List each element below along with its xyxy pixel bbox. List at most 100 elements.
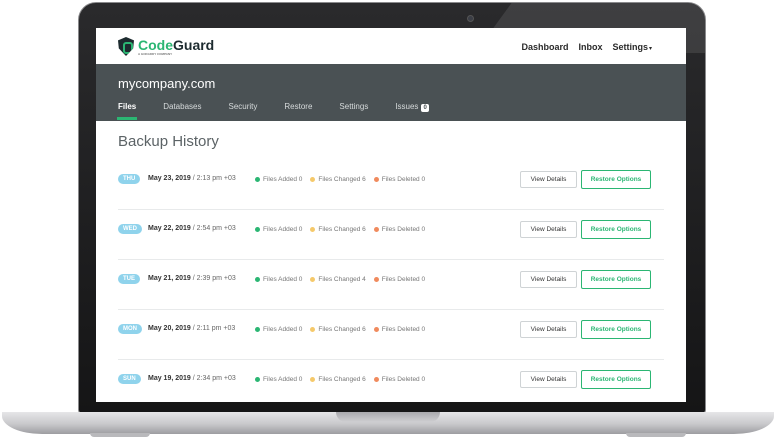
view-details-button[interactable]: View Details [520,321,577,338]
files-deleted: Files Deleted 0 [373,276,426,283]
green-dot-icon [255,277,260,282]
restore-options-button[interactable]: Restore Options [581,270,651,289]
green-dot-icon [255,377,260,382]
files-added-text: Files Added 0 [263,176,303,183]
yellow-dot-icon [310,327,316,332]
view-details-button[interactable]: View Details [520,221,577,238]
files-deleted: Files Deleted 0 [373,226,426,233]
green-dot-icon [255,327,260,332]
files-added-text: Files Added 0 [263,276,303,283]
backup-date-value: May 19, 2019 [148,375,191,382]
backup-stats: Files Added 0 Files Changed 4 Files Dele… [255,276,425,283]
backup-date: May 23, 2019 / 2:13 pm +03 [148,175,236,182]
files-changed-text: Files Changed 6 [318,226,366,233]
files-deleted: Files Deleted 0 [373,176,425,183]
tab-files[interactable]: Files [116,102,138,121]
backup-time: / 2:39 pm +03 [192,275,236,282]
backup-row: MON May 20, 2019 / 2:11 pm +03 Files Add… [118,310,664,360]
top-bar: CodeGuard A GODADDY COMPANY Dashboard In… [96,28,686,64]
files-added-text: Files Added 0 [263,376,303,383]
tab-databases[interactable]: Databases [163,102,201,121]
files-deleted-text: Files Deleted 0 [381,226,426,233]
laptop-foot [626,433,686,437]
site-header: mycompany.com Files Databases Security R… [96,64,686,121]
day-badge: TUE [118,274,140,284]
files-changed-text: Files Changed 6 [318,326,366,333]
day-badge: THU [118,174,141,184]
backup-time: / 2:54 pm +03 [192,225,236,232]
files-added: Files Added 0 [255,226,302,233]
backup-time: / 2:13 pm +03 [192,175,236,182]
orange-dot-icon [373,377,379,382]
files-changed: Files Changed 4 [310,276,366,283]
restore-options-button[interactable]: Restore Options [581,370,651,389]
restore-options-button[interactable]: Restore Options [581,170,651,189]
backup-date-value: May 22, 2019 [148,225,191,232]
files-deleted: Files Deleted 0 [373,376,425,383]
logo-code: Code [138,36,173,53]
orange-dot-icon [373,227,379,232]
green-dot-icon [255,177,260,182]
backup-date: May 20, 2019 / 2:11 pm +03 [148,325,235,332]
files-added: Files Added 0 [255,376,302,383]
codeguard-logo[interactable]: CodeGuard A GODADDY COMPANY [118,37,214,56]
backup-time: / 2:11 pm +03 [192,325,236,332]
camera-icon [467,15,474,22]
backup-row: WED May 22, 2019 / 2:54 pm +03 Files Add… [118,210,664,260]
files-deleted: Files Deleted 0 [373,326,426,333]
orange-dot-icon [373,177,379,182]
logo-text: CodeGuard A GODADDY COMPANY [138,38,214,56]
files-changed: Files Changed 6 [310,376,366,383]
view-details-button[interactable]: View Details [520,371,577,388]
restore-options-button[interactable]: Restore Options [581,220,651,239]
backup-row: THU May 23, 2019 / 2:13 pm +03 Files Add… [118,160,664,210]
backup-date: May 21, 2019 / 2:39 pm +03 [148,275,236,282]
backup-list: THU May 23, 2019 / 2:13 pm +03 Files Add… [118,160,664,402]
backup-date-value: May 20, 2019 [148,325,191,332]
page-title: Backup History [118,133,219,150]
files-deleted-text: Files Deleted 0 [381,326,426,333]
top-nav: Dashboard Inbox Settings▾ [521,42,652,52]
nav-settings-label: Settings [612,42,648,52]
yellow-dot-icon [310,377,316,382]
laptop-foot [90,433,150,437]
logo-guard: Guard [173,36,215,53]
yellow-dot-icon [310,227,316,232]
orange-dot-icon [373,277,379,282]
nav-settings[interactable]: Settings▾ [612,42,652,52]
main-content: Backup History THU May 23, 2019 / 2:13 p… [96,121,686,402]
backup-stats: Files Added 0 Files Changed 6 Files Dele… [255,176,425,183]
files-changed-text: Files Changed 6 [318,176,366,183]
tab-settings[interactable]: Settings [339,102,368,121]
backup-date-value: May 21, 2019 [148,275,191,282]
files-changed-text: Files Changed 4 [318,276,366,283]
view-details-button[interactable]: View Details [520,271,577,288]
issues-count-badge: 0 [421,104,429,112]
files-changed: Files Changed 6 [310,326,366,333]
files-changed-text: Files Changed 6 [318,376,366,383]
site-name: mycompany.com [118,76,216,91]
files-added: Files Added 0 [255,326,302,333]
backup-date: May 22, 2019 / 2:54 pm +03 [148,225,236,232]
tab-restore[interactable]: Restore [284,102,312,121]
files-added-text: Files Added 0 [263,226,303,233]
backup-stats: Files Added 0 Files Changed 6 Files Dele… [255,376,425,383]
backup-stats: Files Added 0 Files Changed 6 Files Dele… [255,226,425,233]
restore-options-button[interactable]: Restore Options [581,320,651,339]
yellow-dot-icon [310,277,316,282]
files-changed: Files Changed 6 [310,226,366,233]
tab-issues[interactable]: Issues 0 [395,102,429,121]
chevron-down-icon: ▾ [648,46,652,52]
view-details-button[interactable]: View Details [520,171,577,188]
laptop-notch [336,412,440,422]
orange-dot-icon [373,327,379,332]
day-badge: WED [118,224,142,234]
backup-row: TUE May 21, 2019 / 2:39 pm +03 Files Add… [118,260,664,310]
tab-security[interactable]: Security [228,102,257,121]
backup-row: SUN May 19, 2019 / 2:34 pm +03 Files Add… [118,360,664,402]
nav-inbox[interactable]: Inbox [578,42,602,52]
nav-dashboard[interactable]: Dashboard [521,42,568,52]
files-deleted-text: Files Deleted 0 [381,276,426,283]
shield-icon [118,37,134,56]
backup-date-value: May 23, 2019 [148,175,191,182]
